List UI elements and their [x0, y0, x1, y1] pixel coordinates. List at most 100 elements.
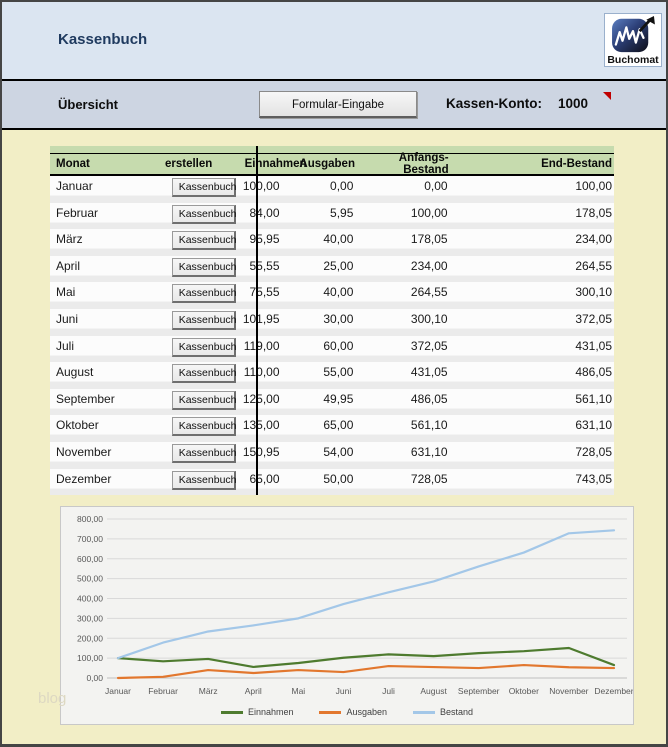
monthly-overview-table: Monat erstellen Einnahmen Ausgaben Anfan… [50, 146, 614, 495]
legend-item: Ausgaben [319, 707, 387, 717]
kassenbuch-button[interactable]: Kassenbuch [172, 417, 236, 436]
header-monat: Monat [50, 158, 138, 170]
y-tick-label: 700,00 [77, 534, 103, 544]
end-bestand-value: 486,05 [448, 362, 614, 389]
end-bestand-value: 234,00 [448, 229, 614, 256]
table-row: MärzKassenbuch95,9540,00178,05234,00 [50, 229, 614, 256]
line-chart-plot: 0,00100,00200,00300,00400,00500,00600,00… [61, 507, 633, 724]
y-tick-label: 100,00 [77, 653, 103, 663]
ausgaben-value: 55,00 [280, 362, 354, 389]
kassenbuch-app-window: Kassenbuch Buchomat Übersicht Formula [0, 0, 668, 747]
table-row: JuniKassenbuch101,9530,00300,10372,05 [50, 309, 614, 336]
x-tick-label: Mai [292, 686, 306, 696]
einnahmen-value: 65,00 [241, 469, 280, 496]
kassen-konto-label: Kassen-Konto: [446, 96, 542, 111]
y-tick-label: 400,00 [77, 594, 103, 604]
einnahmen-value: 135,00 [241, 415, 280, 442]
ausgaben-value: 40,00 [280, 282, 354, 309]
table-row: JanuarKassenbuch100,000,000,00100,00 [50, 176, 614, 203]
anfangs-bestand-value: 372,05 [353, 336, 447, 363]
end-bestand-value: 431,05 [448, 336, 614, 363]
legend-item: Bestand [413, 707, 473, 717]
anfangs-bestand-value: 631,10 [353, 442, 447, 469]
anfangs-bestand-value: 431,05 [353, 362, 447, 389]
erstellen-cell: Kassenbuch [138, 442, 241, 469]
erstellen-cell: Kassenbuch [138, 256, 241, 283]
end-bestand-value: 300,10 [448, 282, 614, 309]
x-tick-label: Juni [336, 686, 352, 696]
ausgaben-value: 0,00 [280, 176, 354, 203]
table-row: OktoberKassenbuch135,0065,00561,10631,10 [50, 415, 614, 442]
toolbar: Übersicht Formular-Eingabe Kassen-Konto:… [2, 79, 666, 130]
erstellen-cell: Kassenbuch [138, 469, 241, 496]
table-row: FebruarKassenbuch84,005,95100,00178,05 [50, 203, 614, 230]
einnahmen-value: 125,00 [241, 389, 280, 416]
end-bestand-value: 178,05 [448, 203, 614, 230]
erstellen-cell: Kassenbuch [138, 309, 241, 336]
einnahmen-value: 100,00 [241, 176, 280, 203]
table-body: JanuarKassenbuch100,000,000,00100,00Febr… [50, 176, 614, 495]
month-label: Februar [50, 203, 138, 230]
table-row: JuliKassenbuch119,0060,00372,05431,05 [50, 336, 614, 363]
buchomat-logo: Buchomat [604, 13, 662, 67]
legend-item: Einnahmen [221, 707, 294, 717]
erstellen-cell: Kassenbuch [138, 229, 241, 256]
kassenbuch-button[interactable]: Kassenbuch [172, 284, 236, 303]
y-tick-label: 600,00 [77, 554, 103, 564]
app-header: Kassenbuch Buchomat [2, 2, 666, 79]
table-row: Mai Kassenbuch 75,5540,00264,55300,10 [50, 282, 614, 309]
kassenbuch-button[interactable]: Kassenbuch [172, 205, 236, 224]
month-label: März [50, 229, 138, 256]
table-row: AprilKassenbuch55,5525,00234,00264,55 [50, 256, 614, 283]
logo-caption: Buchomat [607, 55, 658, 66]
anfangs-bestand-value: 728,05 [353, 469, 447, 496]
anfangs-bestand-value: 100,00 [353, 203, 447, 230]
kassenbuch-button[interactable]: Kassenbuch [172, 311, 236, 330]
table-top-spacer [50, 146, 614, 153]
table-row: NovemberKassenbuch150,9554,00631,10728,0… [50, 442, 614, 469]
x-tick-label: Oktober [509, 686, 539, 696]
month-label: Mai [50, 282, 138, 309]
ausgaben-value: 25,00 [280, 256, 354, 283]
y-tick-label: 800,00 [77, 514, 103, 524]
ausgaben-value: 65,00 [280, 415, 354, 442]
kassenbuch-button[interactable]: Kassenbuch [172, 258, 236, 277]
kassenbuch-button[interactable]: Kassenbuch [172, 364, 236, 383]
einnahmen-value: 75,55 [241, 282, 280, 309]
end-bestand-value: 372,05 [448, 309, 614, 336]
kassenbuch-button[interactable]: Kassenbuch [172, 231, 236, 250]
legend-swatch [319, 711, 341, 714]
anfangs-bestand-value: 300,10 [353, 309, 447, 336]
kassenbuch-button[interactable]: Kassenbuch [172, 391, 236, 410]
kassenbuch-chart: 0,00100,00200,00300,00400,00500,00600,00… [60, 506, 634, 725]
chart-legend: Einnahmen Ausgaben Bestand [61, 707, 633, 717]
einnahmen-value: 84,00 [241, 203, 280, 230]
kassenbuch-button[interactable]: Kassenbuch [172, 178, 236, 197]
anfangs-bestand-value: 264,55 [353, 282, 447, 309]
ausgaben-value: 30,00 [280, 309, 354, 336]
table-row: DezemberKassenbuch65,0050,00728,05743,05 [50, 469, 614, 496]
month-label: Juli [50, 336, 138, 363]
end-bestand-value: 743,05 [448, 469, 614, 496]
einnahmen-value: 119,00 [241, 336, 280, 363]
header-anfangs-bestand: Anfangs-Bestand [355, 152, 449, 176]
formular-eingabe-button[interactable]: Formular-Eingabe [259, 91, 417, 118]
ausgaben-value: 50,00 [280, 469, 354, 496]
einnahmen-value: 150,95 [241, 442, 280, 469]
kassenbuch-button[interactable]: Kassenbuch [172, 471, 236, 490]
month-label: November [50, 442, 138, 469]
kassenbuch-button[interactable]: Kassenbuch [172, 338, 236, 357]
kassenbuch-button[interactable]: Kassenbuch [172, 444, 236, 463]
ausgaben-value: 54,00 [280, 442, 354, 469]
x-tick-label: August [420, 686, 447, 696]
legend-label: Ausgaben [346, 707, 387, 717]
column-divider [256, 146, 258, 495]
erstellen-cell: Kassenbuch [138, 389, 241, 416]
ausgaben-value: 40,00 [280, 229, 354, 256]
einnahmen-value: 95,95 [241, 229, 280, 256]
table-row: SeptemberKassenbuch125,0049,95486,05561,… [50, 389, 614, 416]
header-erstellen: erstellen [138, 158, 240, 170]
y-tick-label: 300,00 [77, 613, 103, 623]
page-title: Kassenbuch [58, 31, 147, 48]
end-bestand-value: 264,55 [448, 256, 614, 283]
